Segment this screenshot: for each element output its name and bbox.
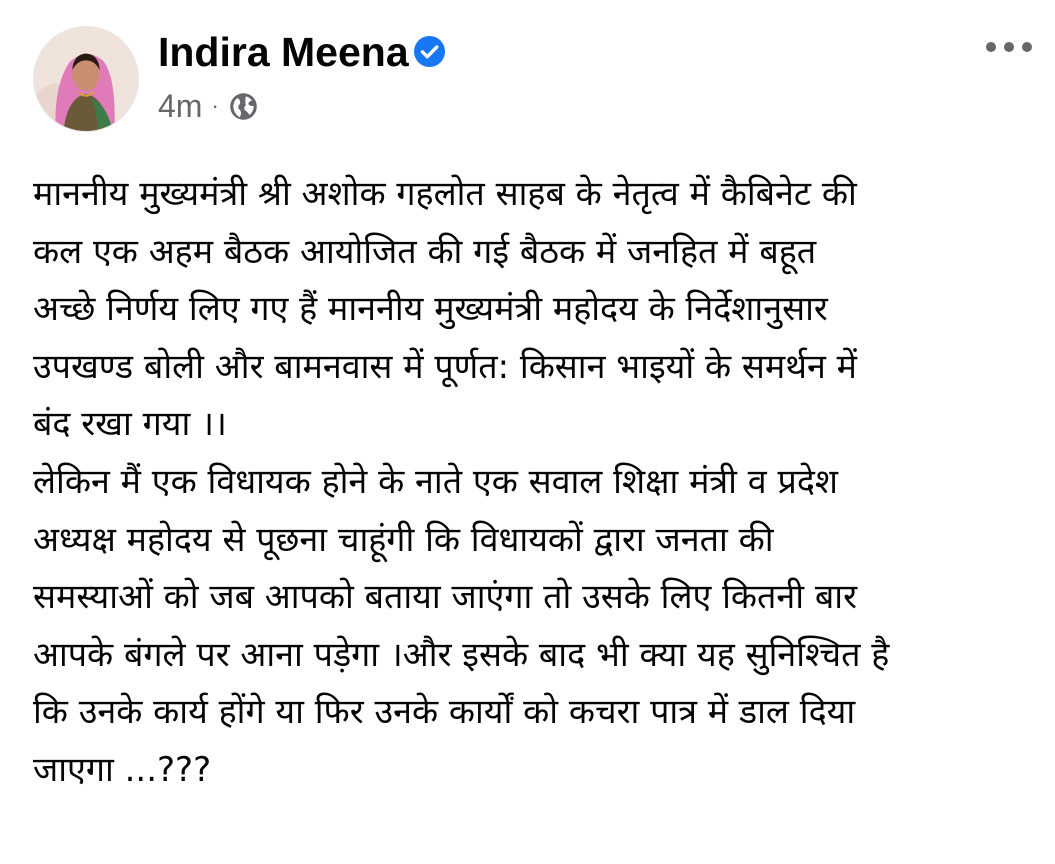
post-text-line: लेकिन मैं एक विधायक होने के नाते एक सवाल… [33,461,839,502]
post-text-line: कि उनके कार्य होंगे या फिर उनके कार्यों … [33,692,856,733]
post-timestamp[interactable]: 4m [158,88,202,125]
avatar-photo [34,27,138,131]
post-text-line: अध्यक्ष महोदय से पूछना चाहूंगी कि विधायक… [33,519,774,560]
post-text-line: बंद रखा गया ।। [33,404,227,445]
globe-public-icon[interactable] [229,92,258,121]
more-dot [1004,42,1014,52]
verified-badge-icon [414,36,445,67]
post-text-line: माननीय मुख्यमंत्री श्री अशोक गहलोत साहब … [33,174,857,214]
post-text-line: अच्छे निर्णय लिए गए हैं माननीय मुख्यमंत्… [33,289,828,330]
meta-separator: · [211,93,219,118]
facebook-post: Indira Meena 4m · माननीय मुख्यमंत्री श्र… [0,0,1055,864]
author-avatar[interactable] [33,26,139,132]
post-text-line: उपखण्ड बोली और बामनवास में पूर्णत: किसान… [33,346,857,387]
more-options-icon[interactable] [986,34,1032,60]
more-dot [1022,42,1032,52]
more-dot [986,42,996,52]
post-text-line: समस्याओं को जब आपको बताया जाएंगा तो उसके… [33,577,858,618]
post-text-line: जाएगा ...??? [33,749,212,790]
post-body: माननीय मुख्यमंत्री श्री अशोक गहलोत साहब … [33,166,1033,800]
post-text-line: आपके बंगले पर आना पड़ेगा ।और इसके बाद भी… [33,634,890,675]
post-meta: 4m · [158,86,258,126]
post-text-line: कल एक अहम बैठक आयोजित की गई बैठक में जनह… [33,231,817,272]
author-name[interactable]: Indira Meena [158,24,409,80]
